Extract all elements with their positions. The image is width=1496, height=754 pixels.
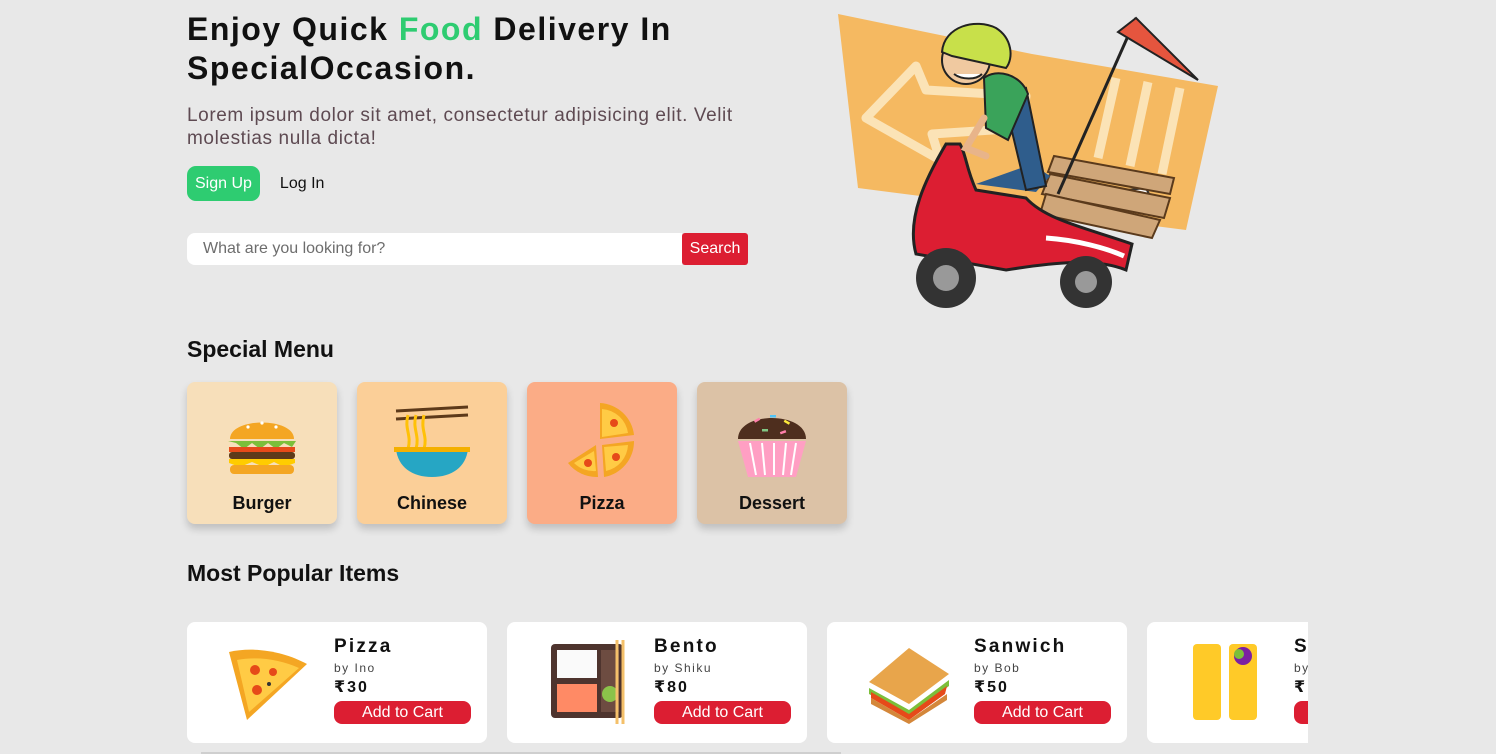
menu-label-chinese: Chinese <box>396 493 468 513</box>
item-author: by Shiku <box>654 661 713 675</box>
item-author: by Ino <box>334 661 376 675</box>
menu-card-dessert[interactable]: Dessert <box>697 382 847 524</box>
popular-card-partial[interactable]: S by ₹ <box>1147 622 1308 743</box>
menu-label-burger: Burger <box>232 493 292 513</box>
popular-card-pizza[interactable]: Pizza by Ino ₹30 Add to Cart <box>187 622 487 743</box>
item-price: ₹30 <box>334 679 369 696</box>
hero-subtitle: Lorem ipsum dolor sit amet, consectetur … <box>187 105 733 149</box>
noodles-icon <box>394 405 470 477</box>
search-bar: Search <box>187 233 748 265</box>
hero-title-part2: Delivery In <box>483 11 672 47</box>
add-to-cart-button[interactable]: Add to Cart <box>654 701 791 724</box>
pizza-slice-icon <box>229 649 307 720</box>
burger-icon <box>228 421 296 474</box>
hero-title: Enjoy Quick Food Delivery In SpecialOcca… <box>187 10 672 88</box>
signup-button[interactable]: Sign Up <box>187 166 260 201</box>
login-button[interactable]: Log In <box>280 175 324 193</box>
search-input[interactable] <box>187 233 682 265</box>
special-menu-title: Special Menu <box>187 336 334 362</box>
delivery-scooter-illustration <box>838 14 1218 308</box>
item-author: by <box>1294 661 1308 675</box>
add-to-cart-button[interactable]: Add to Cart <box>974 701 1111 724</box>
auth-buttons: Sign Up Log In <box>187 166 324 201</box>
menu-card-burger[interactable]: Burger <box>187 382 337 524</box>
add-to-cart-button[interactable]: Add to Cart <box>334 701 471 724</box>
hero-title-part1: Enjoy Quick <box>187 11 399 47</box>
popular-card-bento[interactable]: Bento by Shiku ₹80 Add to Cart <box>507 622 807 743</box>
item-author: by Bob <box>974 661 1021 675</box>
item-name: S <box>1294 636 1308 657</box>
cupcake-icon <box>738 415 806 477</box>
menu-card-pizza[interactable]: Pizza <box>527 382 677 524</box>
menu-card-chinese[interactable]: Chinese <box>357 382 507 524</box>
popular-card-sandwich[interactable]: Sanwich by Bob ₹50 Add to Cart <box>827 622 1127 743</box>
item-price: ₹50 <box>974 679 1009 696</box>
hero-title-line2: SpecialOccasion. <box>187 50 477 86</box>
menu-label-pizza: Pizza <box>579 493 625 513</box>
item-price: ₹80 <box>654 679 689 696</box>
sandwich-icon <box>869 648 949 724</box>
add-to-cart-button[interactable] <box>1294 701 1308 724</box>
pizza-icon <box>568 403 635 478</box>
popular-items-carousel: Pizza by Ino ₹30 Add to Cart Bento by Sh… <box>187 622 1308 754</box>
item-name: Bento <box>654 636 719 657</box>
special-menu: Burger Chinese Pizza Dessert <box>187 382 847 524</box>
search-button[interactable]: Search <box>682 233 748 265</box>
popular-title: Most Popular Items <box>187 560 400 586</box>
menu-label-dessert: Dessert <box>738 493 806 513</box>
hero-title-accent: Food <box>398 11 484 47</box>
wrap-icon <box>1193 644 1257 720</box>
item-price: ₹ <box>1294 679 1308 696</box>
bento-icon <box>551 640 625 724</box>
item-name: Pizza <box>334 636 393 657</box>
item-name: Sanwich <box>974 636 1067 657</box>
